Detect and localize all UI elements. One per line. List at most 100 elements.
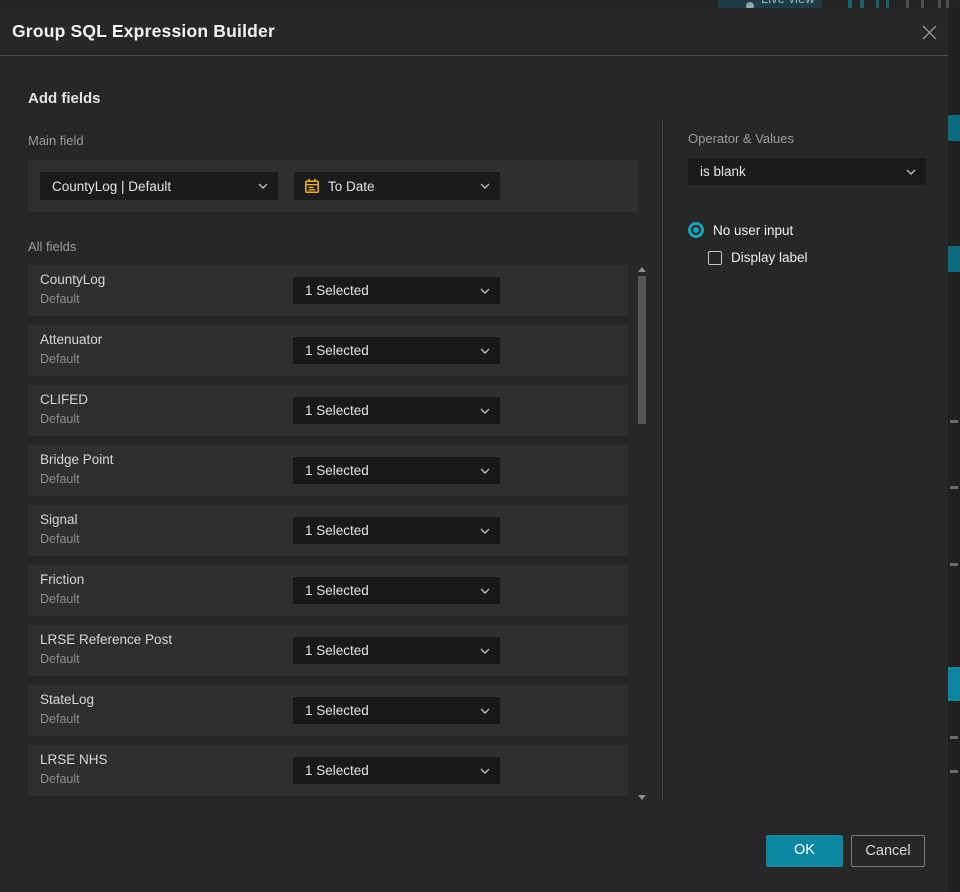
close-button[interactable] (918, 21, 940, 43)
chevron-down-icon (480, 348, 490, 354)
field-list-item: LRSE NHS Default 1 Selected (28, 745, 628, 796)
live-view-toggle: Live view (718, 0, 822, 8)
panel-divider (662, 120, 663, 800)
field-list-item: CLIFED Default 1 Selected (28, 385, 628, 436)
field-name: CLIFED (40, 392, 89, 407)
field-name: StateLog (40, 692, 95, 707)
scrollbar-thumb[interactable] (638, 276, 646, 424)
field-selected-dropdown[interactable]: 1 Selected (293, 277, 500, 304)
dialog-title: Group SQL Expression Builder (12, 21, 275, 41)
header-divider (0, 55, 948, 56)
field-selected-dropdown[interactable]: 1 Selected (293, 757, 500, 784)
chevron-down-icon (480, 708, 490, 714)
field-subtitle: Default (40, 412, 80, 426)
main-field-select[interactable]: CountyLog | Default (40, 172, 278, 200)
field-list-item: CountyLog Default 1 Selected (28, 265, 628, 316)
display-label-label: Display label (731, 250, 808, 265)
backdrop-toolbar-fragment (860, 0, 864, 8)
field-list-item: Attenuator Default 1 Selected (28, 325, 628, 376)
field-name: CountyLog (40, 272, 106, 287)
backdrop-sidebar-fragment (950, 736, 958, 739)
field-selected-value: 1 Selected (305, 583, 369, 598)
chevron-down-icon (480, 588, 490, 594)
chevron-down-icon (480, 528, 490, 534)
field-subtitle: Default (40, 472, 80, 486)
chevron-down-icon (906, 169, 916, 175)
field-list-item: StateLog Default 1 Selected (28, 685, 628, 736)
no-user-input-radio[interactable]: No user input (688, 222, 793, 238)
backdrop-toolbar-fragment (946, 0, 949, 8)
main-field-row: CountyLog | Default To Date (28, 160, 638, 212)
field-selected-dropdown[interactable]: 1 Selected (293, 517, 500, 544)
chevron-down-icon (480, 768, 490, 774)
calendar-icon (305, 178, 319, 193)
field-subtitle: Default (40, 652, 80, 666)
chevron-down-icon (480, 648, 490, 654)
backdrop-toolbar-fragment (886, 0, 889, 8)
checkbox-icon (708, 250, 722, 265)
field-name: Attenuator (40, 332, 103, 347)
chevron-down-icon (480, 288, 490, 294)
field-selected-dropdown[interactable]: 1 Selected (293, 637, 500, 664)
field-subtitle: Default (40, 772, 80, 786)
field-name: Signal (40, 512, 78, 527)
chevron-down-icon (480, 468, 490, 474)
field-selected-dropdown[interactable]: 1 Selected (293, 397, 500, 424)
live-view-label: Live view (761, 0, 814, 6)
backdrop-top-toolbar: Live view (0, 0, 960, 8)
field-name: Friction (40, 572, 85, 587)
chevron-down-icon (480, 183, 490, 189)
backdrop-sidebar-fragment (948, 246, 960, 272)
field-selected-value: 1 Selected (305, 343, 369, 358)
all-fields-label: All fields (28, 239, 77, 254)
backdrop-toolbar-fragment (876, 0, 879, 8)
backdrop-sidebar-fragment (950, 770, 958, 773)
dialog-header: Group SQL Expression Builder (0, 8, 948, 55)
field-list-item: Bridge Point Default 1 Selected (28, 445, 628, 496)
field-selected-dropdown[interactable]: 1 Selected (293, 577, 500, 604)
field-name: Bridge Point (40, 452, 114, 467)
field-selected-dropdown[interactable]: 1 Selected (293, 337, 500, 364)
field-name: LRSE Reference Post (40, 632, 173, 647)
main-field-type-select[interactable]: To Date (294, 172, 500, 200)
cancel-button[interactable]: Cancel (851, 835, 925, 867)
field-selected-dropdown[interactable]: 1 Selected (293, 697, 500, 724)
scrollbar-down-arrow[interactable] (638, 795, 646, 800)
field-list-item: Signal Default 1 Selected (28, 505, 628, 556)
field-selected-value: 1 Selected (305, 283, 369, 298)
main-field-label: Main field (28, 133, 84, 148)
operator-values-label: Operator & Values (688, 131, 794, 146)
ok-button[interactable]: OK (766, 835, 843, 867)
backdrop-toolbar-fragment (921, 0, 924, 8)
sql-expression-builder-dialog: Group SQL Expression Builder Add fields … (0, 8, 948, 892)
scrollbar-up-arrow[interactable] (638, 267, 646, 272)
backdrop-sidebar-fragment (950, 486, 958, 489)
operator-select[interactable]: is blank (688, 158, 926, 185)
backdrop-sidebar-fragment (950, 563, 958, 566)
operator-select-value: is blank (700, 164, 746, 179)
field-subtitle: Default (40, 712, 80, 726)
backdrop-toolbar-fragment (938, 0, 941, 8)
field-list-item: LRSE Reference Post Default 1 Selected (28, 625, 628, 676)
field-selected-dropdown[interactable]: 1 Selected (293, 457, 500, 484)
chevron-down-icon (480, 408, 490, 414)
close-icon (922, 25, 936, 39)
display-label-checkbox[interactable]: Display label (708, 250, 808, 265)
field-selected-value: 1 Selected (305, 403, 369, 418)
radio-icon (688, 222, 704, 238)
main-field-select-value: CountyLog | Default (52, 178, 172, 194)
backdrop-toolbar-fragment (848, 0, 852, 8)
field-subtitle: Default (40, 352, 80, 366)
chevron-down-icon (258, 183, 268, 189)
main-field-type-value: To Date (328, 178, 375, 194)
field-selected-value: 1 Selected (305, 463, 369, 478)
field-subtitle: Default (40, 292, 80, 306)
field-selected-value: 1 Selected (305, 523, 369, 538)
field-name: LRSE NHS (40, 752, 108, 767)
no-user-input-label: No user input (713, 222, 794, 238)
backdrop-sidebar-fragment (948, 115, 960, 141)
backdrop-toolbar-fragment (906, 0, 909, 8)
backdrop-sidebar-fragment (948, 667, 960, 701)
field-selected-value: 1 Selected (305, 643, 369, 658)
field-selected-value: 1 Selected (305, 703, 369, 718)
